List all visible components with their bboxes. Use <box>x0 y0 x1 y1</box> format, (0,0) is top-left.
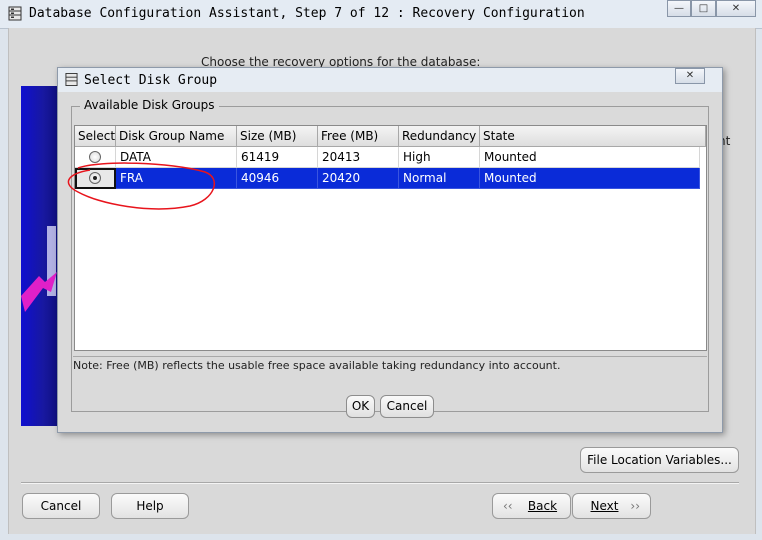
annotation-circle <box>67 162 215 210</box>
main-window: Database Configuration Assistant, Step 7… <box>0 0 762 540</box>
